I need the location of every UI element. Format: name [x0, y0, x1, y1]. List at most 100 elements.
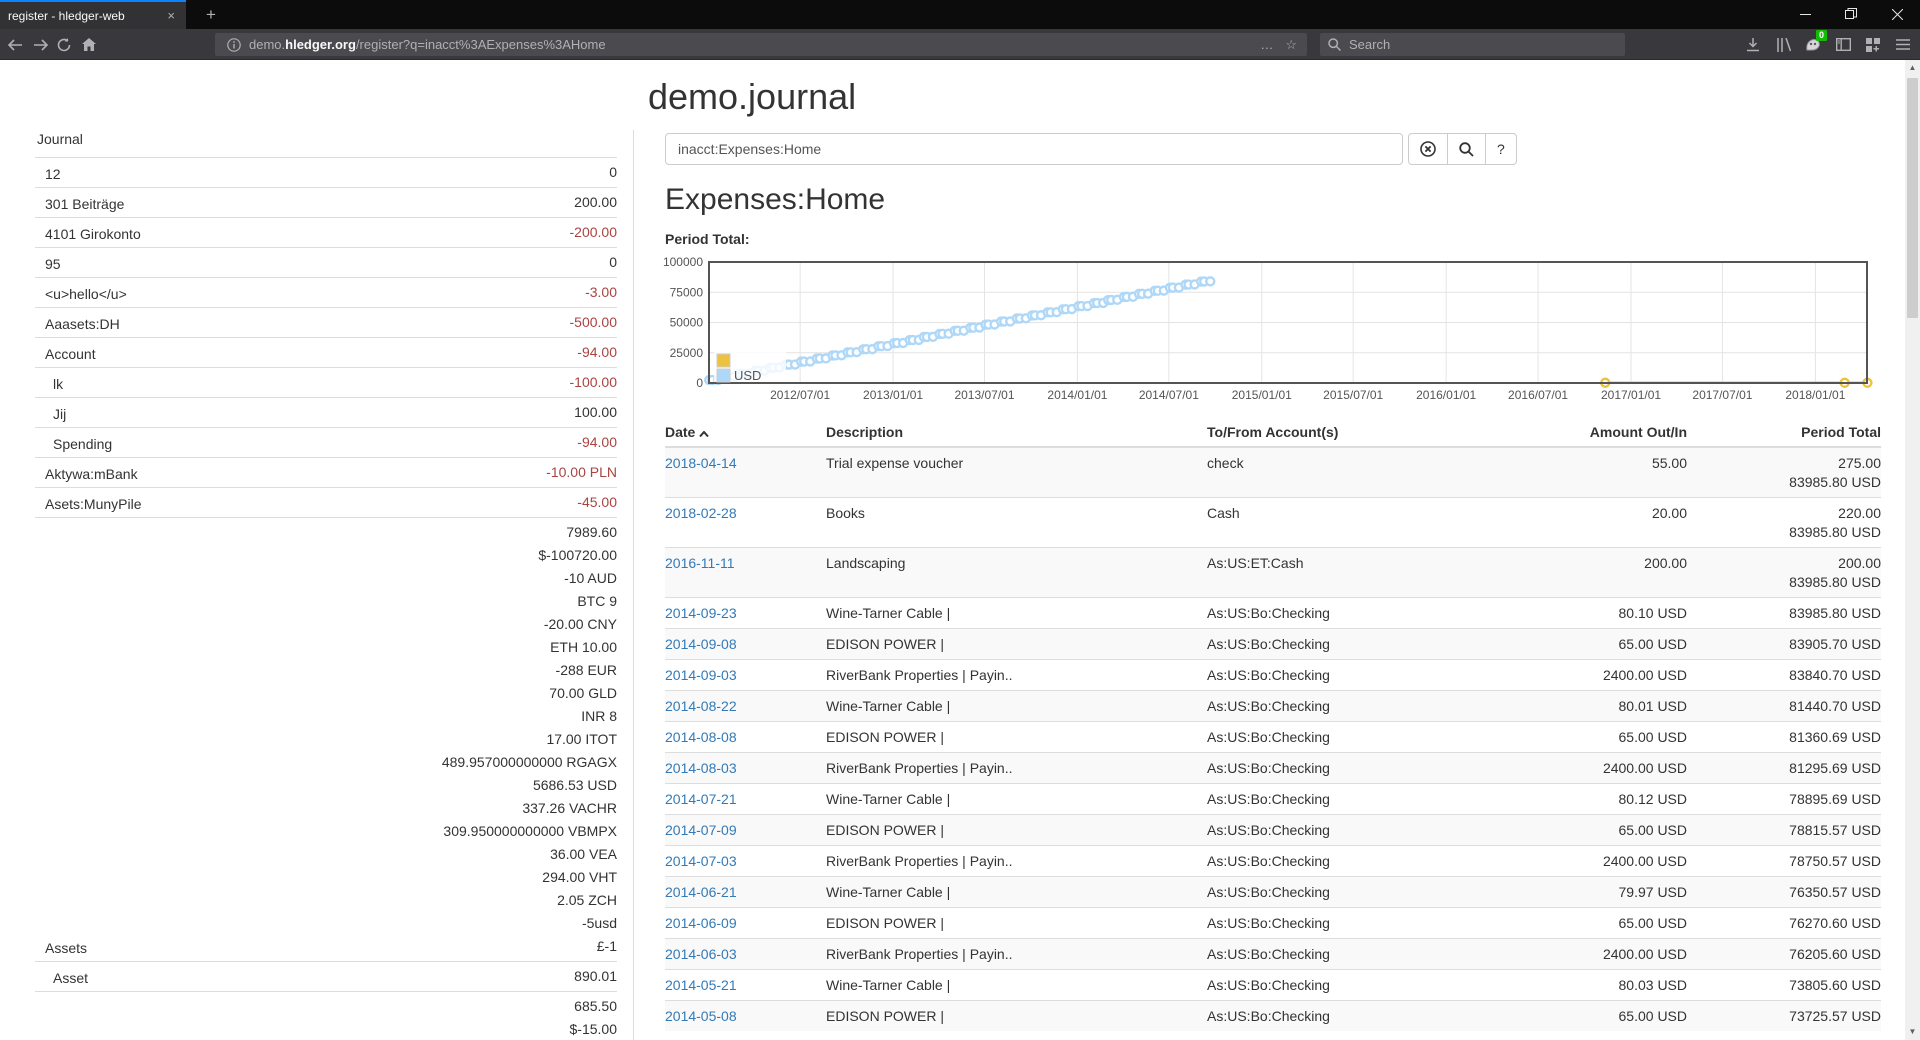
- search-submit-button[interactable]: [1447, 133, 1486, 165]
- svg-text:2015/07/01: 2015/07/01: [1323, 388, 1383, 402]
- transaction-amount: 2400.00 USD: [1497, 846, 1687, 877]
- sidebar-account-link[interactable]: Assets: [35, 518, 255, 962]
- table-row: 2014-07-03RiverBank Properties | Payin..…: [665, 846, 1881, 877]
- transaction-period-total: 81295.69 USD: [1687, 753, 1881, 784]
- transaction-period-total: 83985.80 USD: [1687, 598, 1881, 629]
- sidebar-account-link[interactable]: lk: [35, 368, 255, 398]
- transaction-period-total: 275.0083985.80 USD: [1687, 447, 1881, 498]
- transaction-date-link[interactable]: 2014-07-21: [665, 791, 737, 807]
- transaction-account: As:US:Bo:Checking: [1207, 629, 1497, 660]
- svg-text:25000: 25000: [670, 346, 704, 360]
- apps-grid-button[interactable]: [1858, 29, 1888, 60]
- transaction-date-link[interactable]: 2014-07-03: [665, 853, 737, 869]
- svg-text:2012/07/01: 2012/07/01: [770, 388, 830, 402]
- page-title: demo.journal: [648, 76, 856, 118]
- transaction-date-link[interactable]: 2014-09-08: [665, 636, 737, 652]
- transaction-account: As:US:Bo:Checking: [1207, 877, 1497, 908]
- back-button[interactable]: [2, 29, 28, 60]
- library-button[interactable]: [1768, 29, 1798, 60]
- scroll-down-arrow[interactable]: ▼: [1905, 1024, 1920, 1040]
- query-input[interactable]: [665, 133, 1403, 165]
- tab-close-icon[interactable]: ×: [164, 8, 178, 23]
- sidebar-account-link[interactable]: Cash: [35, 992, 255, 1040]
- browser-tab[interactable]: register - hledger-web ×: [0, 0, 186, 29]
- sidebar-account-link[interactable]: 12: [35, 158, 255, 188]
- transaction-amount: 2400.00 USD: [1497, 660, 1687, 691]
- forward-button[interactable]: [27, 29, 53, 60]
- transaction-date-link[interactable]: 2014-08-22: [665, 698, 737, 714]
- sidebar-account-balance: -45.00: [255, 488, 617, 518]
- transaction-period-total: 78750.57 USD: [1687, 846, 1881, 877]
- sidebar-account-link[interactable]: Aktywa:mBank: [35, 458, 255, 488]
- extension-button[interactable]: 0: [1798, 29, 1828, 60]
- sidebar-account-link[interactable]: 95: [35, 248, 255, 278]
- transaction-date-link[interactable]: 2014-06-21: [665, 884, 737, 900]
- menu-button[interactable]: [1888, 29, 1918, 60]
- column-header-description: Description: [826, 420, 1207, 447]
- transaction-account: As:US:ET:Cash: [1207, 548, 1497, 598]
- transaction-date-link[interactable]: 2014-08-08: [665, 729, 737, 745]
- sidebar-account-row: Account-94.00: [35, 338, 617, 368]
- sidebar-toggle-button[interactable]: [1828, 29, 1858, 60]
- sidebar-account-link[interactable]: Spending: [35, 428, 255, 458]
- transaction-account: As:US:Bo:Checking: [1207, 691, 1497, 722]
- url-text[interactable]: demo.hledger.org/register?q=inacct%3AExp…: [249, 37, 1260, 52]
- sidebar-journal-link[interactable]: Journal: [35, 126, 255, 158]
- transaction-date-link[interactable]: 2014-07-09: [665, 822, 737, 838]
- sidebar-account-link[interactable]: <u>hello</u>: [35, 278, 255, 308]
- help-button[interactable]: ?: [1485, 133, 1517, 165]
- transaction-date-link[interactable]: 2014-05-21: [665, 977, 737, 993]
- transaction-date-link[interactable]: 2014-06-09: [665, 915, 737, 931]
- sidebar-account-row: 120: [35, 158, 617, 188]
- transaction-date-link[interactable]: 2018-02-28: [665, 505, 737, 521]
- browser-titlebar: register - hledger-web × +: [0, 0, 1920, 29]
- column-header-period-total: Period Total: [1687, 420, 1881, 447]
- sidebar-account-link[interactable]: Asset: [35, 962, 255, 992]
- transaction-amount: 65.00 USD: [1497, 629, 1687, 660]
- page-actions-icon[interactable]: …: [1260, 37, 1273, 53]
- reload-button[interactable]: [51, 29, 77, 60]
- column-header-amount: Amount Out/In: [1497, 420, 1687, 447]
- table-row: 2014-07-21Wine-Tarner Cable |As:US:Bo:Ch…: [665, 784, 1881, 815]
- close-button[interactable]: [1874, 0, 1920, 28]
- toolbar-right-icons: 0: [1738, 29, 1918, 60]
- svg-text:2014/01/01: 2014/01/01: [1047, 388, 1107, 402]
- browser-search-field[interactable]: Search: [1320, 33, 1625, 56]
- transaction-date-link[interactable]: 2016-11-11: [665, 555, 735, 571]
- bookmark-star-icon[interactable]: ☆: [1285, 37, 1297, 53]
- transaction-date-link[interactable]: 2014-06-03: [665, 946, 737, 962]
- transaction-date-link[interactable]: 2014-08-03: [665, 760, 737, 776]
- transaction-period-total: 73805.60 USD: [1687, 970, 1881, 1001]
- scroll-up-arrow[interactable]: ▲: [1905, 60, 1920, 76]
- new-tab-button[interactable]: +: [196, 0, 226, 29]
- transaction-date-link[interactable]: 2014-09-23: [665, 605, 737, 621]
- sidebar-account-link[interactable]: 4101 Girokonto: [35, 218, 255, 248]
- site-info-icon[interactable]: [227, 38, 241, 52]
- column-header-date[interactable]: Date: [665, 420, 826, 447]
- sidebar-account-row: Aaasets:DH-500.00: [35, 308, 617, 338]
- transaction-date-link[interactable]: 2014-09-03: [665, 667, 737, 683]
- sidebar-account-link[interactable]: Jij: [35, 398, 255, 428]
- scrollbar-thumb[interactable]: [1907, 78, 1918, 318]
- sidebar-account-balance: 0: [255, 158, 617, 188]
- home-button[interactable]: [76, 29, 102, 60]
- sidebar-account-row: Jij100.00: [35, 398, 617, 428]
- transaction-date-link[interactable]: 2014-05-08: [665, 1008, 737, 1024]
- hamburger-menu-icon: [1896, 39, 1910, 50]
- transaction-account: As:US:Bo:Checking: [1207, 908, 1497, 939]
- transaction-period-total: 81440.70 USD: [1687, 691, 1881, 722]
- url-bar[interactable]: demo.hledger.org/register?q=inacct%3AExp…: [215, 33, 1307, 56]
- sidebar-account-link[interactable]: Asets:MunyPile: [35, 488, 255, 518]
- clear-query-button[interactable]: [1408, 133, 1448, 165]
- page-scrollbar[interactable]: ▲ ▼: [1905, 60, 1920, 1040]
- sidebar-account-link[interactable]: Aaasets:DH: [35, 308, 255, 338]
- minimize-button[interactable]: [1782, 0, 1828, 28]
- table-row: 2014-06-03RiverBank Properties | Payin..…: [665, 939, 1881, 970]
- downloads-button[interactable]: [1738, 29, 1768, 60]
- transaction-amount: 20.00: [1497, 498, 1687, 548]
- extension-badge: 0: [1816, 30, 1827, 41]
- restore-button[interactable]: [1828, 0, 1874, 28]
- transaction-date-link[interactable]: 2018-04-14: [665, 455, 737, 471]
- sidebar-account-link[interactable]: 301 Beiträge: [35, 188, 255, 218]
- sidebar-account-link[interactable]: Account: [35, 338, 255, 368]
